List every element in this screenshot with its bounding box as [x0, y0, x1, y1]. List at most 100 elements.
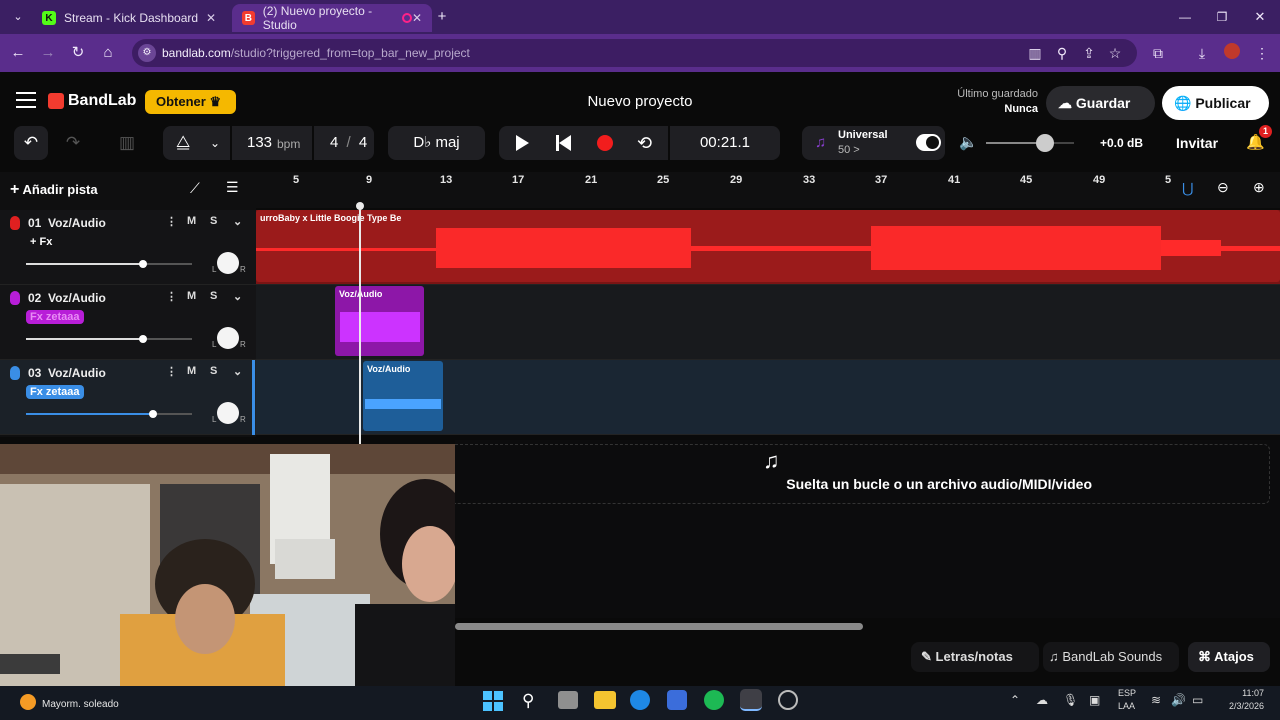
- loop-icon[interactable]: ⟲: [637, 126, 652, 160]
- save-button[interactable]: ☁ Guardar: [1046, 86, 1155, 120]
- close-icon[interactable]: ✕: [412, 11, 422, 25]
- playhead-handle[interactable]: [356, 202, 364, 210]
- mute-button[interactable]: M: [187, 215, 196, 227]
- zoom-in-icon[interactable]: ⊕: [1253, 179, 1265, 196]
- tab-nuevo-proyecto[interactable]: B (2) Nuevo proyecto - Studio ✕: [232, 4, 432, 32]
- fx-button[interactable]: Fx zetaaa: [26, 310, 84, 324]
- time-signature[interactable]: 4 / 4: [330, 126, 367, 160]
- automation-icon[interactable]: ⟋: [190, 180, 200, 197]
- minimize-icon[interactable]: —: [1175, 7, 1195, 27]
- track-volume-slider[interactable]: [26, 335, 192, 343]
- record-icon[interactable]: [597, 135, 613, 151]
- mute-button[interactable]: M: [187, 365, 196, 377]
- solo-button[interactable]: S: [210, 215, 217, 227]
- track-volume-slider[interactable]: [26, 260, 192, 268]
- bookmark-star-icon[interactable]: ☆: [1105, 43, 1125, 63]
- battery-icon[interactable]: ▭: [1192, 693, 1203, 707]
- track-name[interactable]: 03 Voz/Audio: [28, 366, 106, 380]
- volume-icon[interactable]: 🔊: [1171, 693, 1186, 707]
- tab-list-chevron-icon[interactable]: ⌄: [8, 7, 28, 27]
- track-options-icon[interactable]: ⋮: [166, 215, 177, 228]
- microphone-icon[interactable]: 🎙: [1063, 693, 1078, 707]
- reload-icon[interactable]: ↻: [68, 43, 88, 63]
- obs-icon[interactable]: [778, 690, 798, 710]
- bandlab-sounds-button[interactable]: ♫ BandLab Sounds: [1043, 642, 1179, 672]
- chevron-up-icon[interactable]: ⌃: [1010, 693, 1020, 707]
- horizontal-scrollbar[interactable]: [455, 623, 863, 630]
- browser-menu-icon[interactable]: ⋮: [1252, 43, 1272, 63]
- mixer-icon[interactable]: ☰: [226, 179, 239, 196]
- wifi-icon[interactable]: ≋: [1151, 693, 1161, 707]
- url-input[interactable]: ⚙ bandlab.com/studio?triggered_from=top_…: [132, 39, 1137, 67]
- back-icon[interactable]: ←: [8, 43, 28, 63]
- site-info-icon[interactable]: ⚙: [138, 44, 156, 62]
- maximize-icon[interactable]: ❐: [1212, 7, 1232, 27]
- preset-toggle[interactable]: [916, 134, 941, 151]
- extensions-icon[interactable]: ⧉: [1148, 43, 1168, 63]
- skip-to-start-icon[interactable]: [556, 135, 572, 151]
- track-volume-slider[interactable]: [26, 410, 192, 418]
- audio-clip[interactable]: Voz/Audio: [363, 361, 443, 431]
- fx-button[interactable]: Fx zetaaa: [26, 385, 84, 399]
- play-icon[interactable]: [516, 135, 529, 151]
- pan-knob[interactable]: [217, 327, 239, 349]
- search-icon[interactable]: ⚲: [522, 691, 534, 711]
- track-options-icon[interactable]: ⋮: [166, 290, 177, 303]
- close-icon[interactable]: ✕: [206, 11, 216, 25]
- chrome-icon[interactable]: [740, 689, 762, 711]
- hamburger-menu-icon[interactable]: [16, 92, 36, 108]
- audio-clip[interactable]: urroBaby x Little Boogie Type Be: [256, 210, 1280, 282]
- display-icon[interactable]: ▣: [1089, 693, 1100, 707]
- publish-button[interactable]: 🌐 Publicar: [1162, 86, 1269, 120]
- preset-value[interactable]: 50 >: [838, 144, 860, 156]
- invite-button[interactable]: Invitar: [1176, 126, 1218, 160]
- zoom-icon[interactable]: ⚲: [1052, 43, 1072, 63]
- timeline-ruler[interactable]: 5 9 13 17 21 25 29 33 37 41 45 49 5 ⋃ ⊖ …: [256, 172, 1280, 208]
- metronome-icon[interactable]: ⧋: [176, 126, 190, 160]
- chevron-down-icon[interactable]: ⌄: [233, 215, 242, 228]
- project-title[interactable]: Nuevo proyecto: [540, 93, 740, 110]
- playhead[interactable]: [359, 204, 361, 444]
- task-view-icon[interactable]: [558, 691, 578, 709]
- reader-mode-icon[interactable]: ▥: [1025, 43, 1045, 63]
- magnet-snap-icon[interactable]: ⋃: [1182, 180, 1193, 197]
- track-header-1[interactable]: 01 Voz/Audio ⋮ M S ⌄ + Fx L R: [0, 210, 256, 285]
- piano-keys-icon[interactable]: ▥: [112, 126, 142, 160]
- profile-avatar[interactable]: [1224, 43, 1240, 59]
- track-options-icon[interactable]: ⋮: [166, 365, 177, 378]
- audio-clip[interactable]: Voz/Audio: [335, 286, 424, 356]
- add-track-button[interactable]: + Añadir pista: [10, 178, 120, 202]
- solo-button[interactable]: S: [210, 290, 217, 302]
- mute-button[interactable]: M: [187, 290, 196, 302]
- store-icon[interactable]: [667, 690, 687, 710]
- new-tab-icon[interactable]: +: [432, 7, 452, 27]
- language-1[interactable]: ESP: [1118, 688, 1136, 698]
- solo-button[interactable]: S: [210, 365, 217, 377]
- home-icon[interactable]: ⌂: [98, 43, 118, 63]
- language-2[interactable]: LAA: [1118, 701, 1135, 711]
- edge-icon[interactable]: [630, 690, 650, 710]
- weather-text[interactable]: Mayorm. soleado: [42, 699, 119, 710]
- pan-knob[interactable]: [217, 252, 239, 274]
- track-lane-3[interactable]: Voz/Audio: [256, 360, 1280, 435]
- track-header-3[interactable]: 03 Voz/Audio ⋮ M S ⌄ Fx zetaaa L R: [0, 360, 256, 435]
- track-header-2[interactable]: 02 Voz/Audio ⋮ M S ⌄ Fx zetaaa L R: [0, 285, 256, 360]
- onedrive-icon[interactable]: ☁: [1036, 693, 1048, 707]
- file-explorer-icon[interactable]: [594, 691, 616, 709]
- master-volume-slider[interactable]: [986, 142, 1074, 144]
- spotify-icon[interactable]: [704, 690, 724, 710]
- bpm-value[interactable]: 133: [247, 126, 272, 160]
- clock-time[interactable]: 11:07: [1220, 688, 1264, 698]
- track-name[interactable]: 01 Voz/Audio: [28, 216, 106, 230]
- shortcuts-button[interactable]: ⌘ Atajos: [1188, 642, 1270, 672]
- chevron-down-icon[interactable]: ⌄: [210, 126, 220, 160]
- windows-start-icon[interactable]: [483, 691, 503, 711]
- install-app-icon[interactable]: ⇪: [1079, 43, 1099, 63]
- window-close-icon[interactable]: ✕: [1250, 7, 1270, 27]
- chevron-down-icon[interactable]: ⌄: [233, 290, 242, 303]
- track-lane-2[interactable]: Voz/Audio: [256, 285, 1280, 360]
- undo-icon[interactable]: ↶: [14, 126, 48, 160]
- obtain-button[interactable]: Obtener ♛: [145, 90, 236, 114]
- pan-knob[interactable]: [217, 402, 239, 424]
- master-volume-thumb[interactable]: [1036, 134, 1054, 152]
